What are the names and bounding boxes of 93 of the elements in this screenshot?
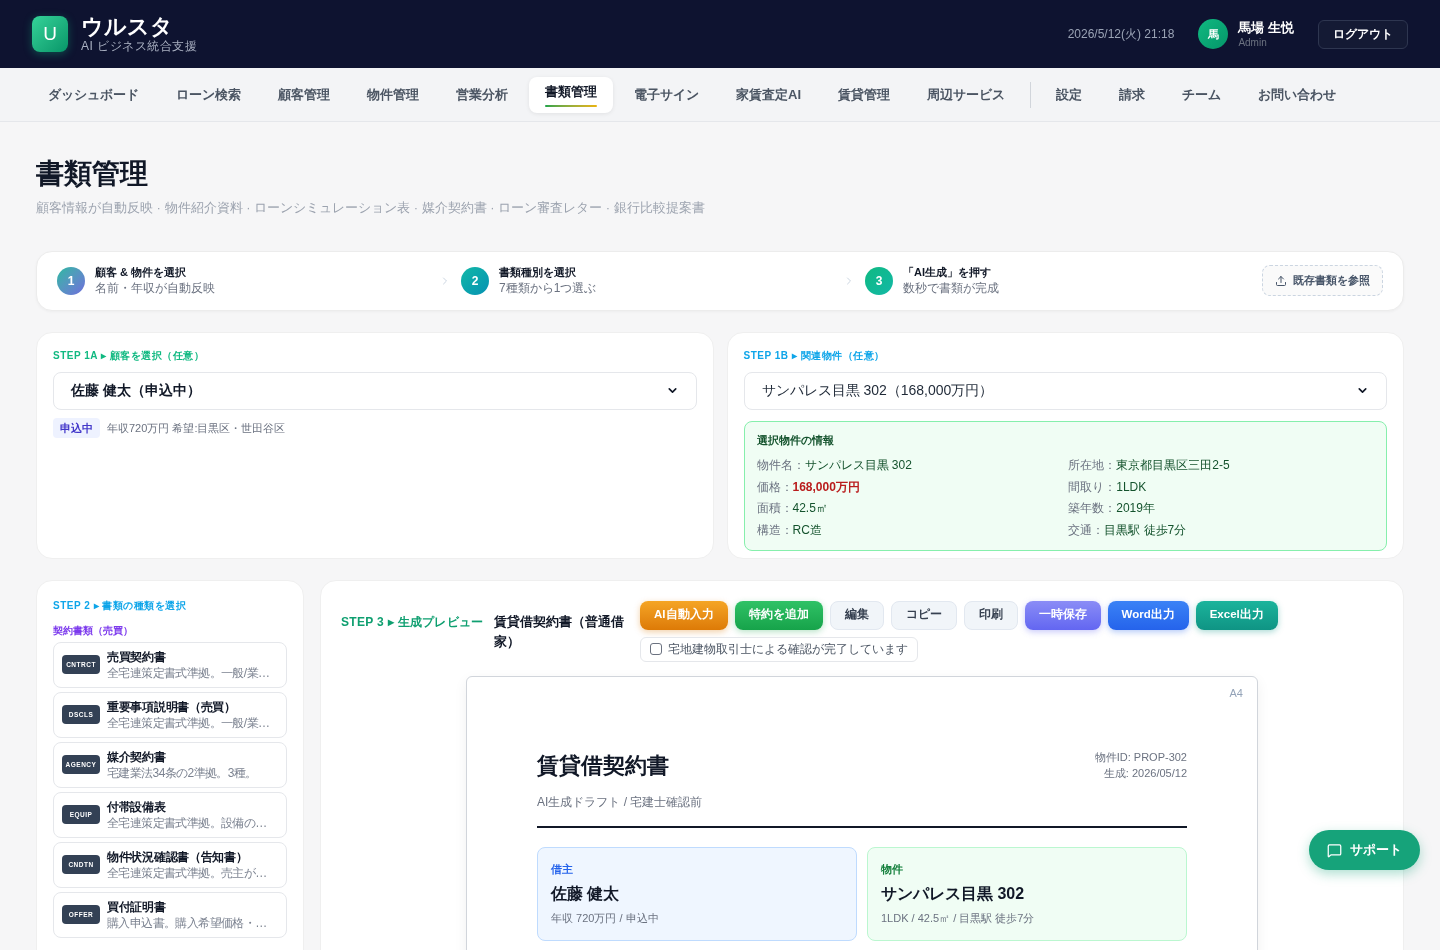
action-button[interactable]: 一時保存 (1024, 600, 1101, 630)
nav-tab[interactable]: ダッシュボード (32, 76, 155, 113)
document-type-description: 全宅連策定書式準拠。売主が… (107, 864, 267, 881)
party-label: 借主 (551, 861, 574, 877)
field-label: 価格： (756, 478, 793, 496)
field-label: 面積： (756, 500, 793, 518)
logout-button[interactable]: ログアウト (1318, 19, 1408, 49)
document-type-description: 購入申込書。購入希望価格・… (107, 914, 267, 931)
paper-size-label: A4 (1229, 685, 1243, 701)
party-detail: 年収 720万円 / 申込中 (551, 910, 660, 926)
party-detail: 1LDK / 42.5㎡ / 目黒駅 徒歩7分 (881, 910, 1036, 926)
step-title: 「AI生成」を押す (903, 265, 992, 280)
step-number: 3 (865, 266, 893, 295)
nav-tab[interactable]: 電子サイン (618, 76, 715, 113)
step-title: 書類種別を選択 (499, 265, 577, 280)
checkbox[interactable] (650, 643, 662, 655)
nav-tab[interactable]: 周辺サービス (911, 76, 1021, 113)
user-name: 馬場 生悦 (1238, 18, 1294, 36)
document-type-title: 物件状況確認書（告知書） (107, 848, 249, 865)
nav-tab[interactable]: 顧客管理 (262, 76, 346, 113)
field-label: 間取り： (1068, 478, 1117, 496)
nav-tab[interactable]: 書類管理 (529, 76, 613, 113)
document-status: AI生成ドラフト / 宅建士確認前 (537, 793, 704, 811)
field-label: 所在地： (1068, 457, 1117, 475)
nav-tab[interactable]: お問い合わせ (1242, 76, 1352, 113)
field-value: 42.5㎡ (792, 500, 828, 518)
field-value: 東京都目黒区三田2-5 (1116, 457, 1230, 475)
page-subtitle: 顧客情報が自動反映 · 物件紹介資料 · ローンシミュレーション表 · 媒介契約書 · ローン審査レター · 銀行比較提案書 (36, 199, 706, 217)
action-button[interactable]: 印刷 (963, 600, 1018, 630)
field-label: 築年数： (1068, 500, 1117, 518)
document-type-title: 売買契約書 (107, 648, 167, 665)
nav-tab[interactable]: 物件管理 (351, 76, 435, 113)
field-value: 1LDK (1116, 478, 1147, 496)
step-label: STEP 2 ▸ 書類の種類を選択 (53, 598, 188, 613)
page-title: 書類管理 (36, 157, 149, 191)
document-type-description: 宅建業法34条の2準拠。3種。 (107, 764, 257, 781)
document-name: 賃貸借契約書（普通借家） (493, 612, 625, 651)
field-value: 2019年 (1116, 500, 1155, 518)
nav-tab[interactable]: 設定 (1040, 76, 1098, 113)
nav-tab[interactable]: 家賃査定AI (720, 76, 817, 113)
browse-documents-button[interactable]: 既存書類を参照 (1262, 265, 1383, 296)
step-hint: 名前・年収が自動反映 (95, 280, 215, 296)
party-name: 佐藤 健太 (551, 883, 621, 904)
action-button[interactable]: コピー (890, 600, 957, 630)
document-type-description: 全宅連策定書式準拠。一般/業… (107, 664, 270, 681)
document-type-description: 全宅連策定書式準拠。一般/業… (107, 714, 270, 731)
document-type-description: 全宅連策定書式準拠。設備の… (107, 814, 267, 831)
step-title: 顧客 & 物件を選択 (95, 265, 188, 280)
field-value: 目黒駅 徒歩7分 (1104, 521, 1187, 539)
field-value: RC造 (792, 521, 822, 539)
chat-icon (1327, 842, 1342, 858)
party-name: サンパレス目黒 302 (881, 883, 1026, 904)
document-type-title: 買付証明書 (107, 898, 167, 915)
document-type-title: 媒介契約書 (107, 748, 167, 765)
action-button[interactable]: Word出力 (1107, 600, 1189, 630)
nav-tab[interactable]: ローン検索 (160, 76, 257, 113)
document-meta: 物件ID: PROP-302 (1094, 749, 1187, 765)
step-label: STEP 1A ▸ 顧客を選択（任意） (53, 348, 206, 363)
date-time: 2026/5/12(火) 21:18 (1067, 26, 1175, 43)
group-label: 契約書類（売買） (53, 623, 134, 638)
step-hint: 数秒で書類が完成 (903, 280, 999, 296)
customer-select[interactable]: 佐藤 健太（申込中） (53, 371, 697, 410)
document-title: 賃貸借契約書 (537, 751, 669, 780)
step-number: 2 (461, 266, 489, 295)
step-hint: 7種類から1つ選ぶ (499, 280, 597, 296)
customer-summary: 年収720万円 希望:目黒区・世田谷区 (107, 420, 286, 436)
logo-tile: U (32, 16, 68, 52)
app-name: ウルスタ (81, 14, 174, 39)
step-number: 1 (57, 266, 85, 295)
info-title: 選択物件の情報 (756, 432, 835, 448)
field-label: 物件名： (756, 457, 805, 475)
nav-tab[interactable]: 賃貸管理 (822, 76, 906, 113)
document-type-title: 重要事項説明書（売買） (107, 698, 237, 715)
upload-icon (1275, 274, 1287, 287)
property-select[interactable]: サンパレス目黒 302（168,000万円） (743, 371, 1387, 410)
party-label: 物件 (881, 861, 904, 877)
field-label: 交通： (1068, 521, 1105, 539)
user-role: Admin (1238, 35, 1268, 50)
action-button[interactable]: 編集 (829, 600, 884, 630)
user-avatar: 馬 (1198, 19, 1229, 49)
nav-tab[interactable]: チーム (1166, 76, 1237, 113)
nav-tab[interactable]: 請求 (1103, 76, 1161, 113)
app-tagline: AI ビジネス統合支援 (81, 38, 198, 54)
step-label: STEP 1B ▸ 関連物件（任意） (743, 348, 886, 363)
field-label: 構造： (756, 521, 793, 539)
field-value: サンパレス目黒 302 (804, 457, 912, 475)
nav-tab[interactable]: 営業分析 (440, 76, 524, 113)
step-label: STEP 3 ▸ 生成プレビュー (341, 613, 484, 631)
document-type-title: 付帯設備表 (107, 798, 167, 815)
status-badge: 申込中 (53, 417, 100, 438)
confirmation-option[interactable]: 宅地建物取引士による確認が完了しています (640, 636, 918, 662)
document-meta: 生成: 2026/05/12 (1103, 765, 1187, 781)
field-value: 168,000万円 (792, 478, 860, 496)
